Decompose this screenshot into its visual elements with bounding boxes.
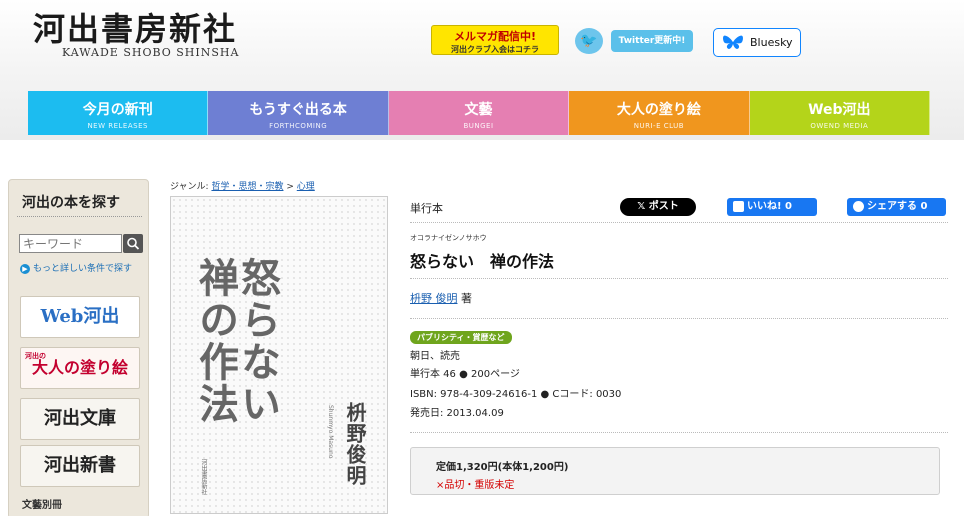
kawade-shinsho-banner[interactable]: 河出新書 [20,445,140,487]
kawade-bunko-banner[interactable]: 河出文庫 [20,398,140,440]
nav-label: 今月の新刊 [82,102,153,118]
book-spec: 単行本 46 ● 200ページ [410,369,520,380]
cover-author-english: Shunmyo Masuno [327,405,334,459]
facebook-share-button[interactable]: シェアする 0 [847,198,946,216]
author-link[interactable]: 枡野 俊明 [410,292,458,305]
nav-new-releases[interactable]: 今月の新刊 NEW RELEASES [28,91,209,135]
book-cover-image[interactable]: 怒らない 禅の作法 枡野俊明 Shunmyo Masuno 河出書房新社 [170,196,388,514]
facebook-share-label: シェアする 0 [867,201,928,212]
facebook-like-button[interactable]: いいね! 0 [727,198,817,216]
book-title-ruby: オコラナイゼンノサホウ [410,234,487,242]
thumbs-up-icon [733,201,744,212]
sidebar-title: 河出の本を探す [22,195,120,211]
stock-status: ×品切・重版未定 [436,480,515,491]
x-post-label: ポスト [648,201,679,212]
x-icon: 𝕏 [637,201,649,212]
book-price: 定価1,320円(本体1,200円) [436,462,569,473]
nurie-banner[interactable]: 河出の 大人の塗り絵 [20,347,140,389]
nav-sublabel: FORTHCOMING [269,122,328,130]
web-kawade-banner[interactable]: Web河出 [20,296,140,338]
cover-publisher: 河出書房新社 [200,459,207,495]
breadcrumb-genre-link[interactable]: 哲学・思想・宗教 [211,182,283,192]
nav-label: もうすぐ出る本 [249,102,347,118]
breadcrumb: ジャンル: 哲学・思想・宗教 > 心理 [170,179,315,192]
facebook-icon [853,201,864,212]
book-author: 枡野 俊明 著 [410,290,472,306]
nav-sublabel: NEW RELEASES [87,122,148,130]
divider [410,278,948,279]
price-box: 定価1,320円(本体1,200円) ×品切・重版未定 [410,447,940,495]
facebook-like-label: いいね! 0 [747,201,792,212]
advanced-search-link[interactable]: ▶ もっと詳しい条件で探す [20,261,132,274]
cover-title-col2: 禅の作法 [192,257,239,425]
x-post-button[interactable]: 𝕏 ポスト [620,198,696,216]
arrow-right-icon: ▶ [20,263,30,274]
advanced-search-label: もっと詳しい条件で探す [33,264,133,274]
publicity-badge: パブリシティ・賞歴など [410,331,512,344]
release-date: 発売日: 2013.04.09 [410,408,504,419]
author-suffix: 著 [461,292,472,305]
cover-author: 枡野俊明 [343,402,367,486]
divider [410,318,948,319]
nurie-banner-small: 河出の [25,351,46,360]
book-info: 単行本 𝕏 ポスト いいね! 0 シェアする 0 オコラナイゼンノサホウ 怒らな… [408,0,948,516]
sidebar: 河出の本を探す ▶もっと詳しい条件で探す Web河出 河出の 大人の塗り絵 河出… [8,179,149,516]
site-logo-english: KAWADE SHOBO SHINSHA [62,46,240,59]
nurie-banner-label: 大人の塗り絵 [31,358,128,377]
bungei-bessatsu-heading: 文藝別冊 [22,500,62,511]
site-logo[interactable]: 河出書房新社 [33,4,237,50]
breadcrumb-subgenre-link[interactable]: 心理 [297,182,315,192]
keyword-search-input[interactable] [19,234,122,253]
search-button[interactable] [123,234,143,253]
sidebar-divider [17,216,142,217]
breadcrumb-prefix: ジャンル: [170,182,212,192]
breadcrumb-separator: > [286,182,294,192]
book-title: 怒らない 禅の作法 [410,252,555,271]
publicity-text: 朝日、読売 [410,351,460,362]
divider [410,222,948,223]
nav-forthcoming[interactable]: もうすぐ出る本 FORTHCOMING [208,91,389,135]
search-icon [127,237,140,250]
book-isbn: ISBN: 978-4-309-24616-1 ● Cコード: 0030 [410,389,622,400]
book-format: 単行本 [410,202,443,215]
divider [410,432,948,433]
